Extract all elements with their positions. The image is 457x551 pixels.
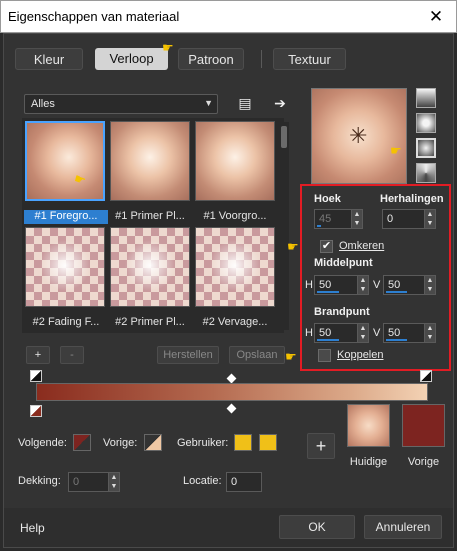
gradient-thumb-4[interactable] <box>25 227 105 307</box>
angle-label: Hoek <box>314 193 341 205</box>
user-color-swatch-1[interactable] <box>234 434 252 451</box>
pointer-hand-icon: ☛ <box>285 349 297 364</box>
sunburst-style-icon[interactable] <box>416 163 436 183</box>
swap-colors-button[interactable]: + <box>307 433 335 459</box>
tab-kleur[interactable]: Kleur <box>15 48 83 70</box>
prev-label: Vorige: <box>103 437 138 449</box>
gradient-preview[interactable]: ✳ <box>311 88 407 184</box>
invert-checkbox[interactable]: ✔ <box>320 240 333 253</box>
spin-arrows-icon[interactable]: ▲ ▼ <box>357 324 368 342</box>
spin-arrows-icon[interactable]: ▲ ▼ <box>424 276 435 294</box>
close-icon[interactable]: ✕ <box>425 6 447 28</box>
dropdown-arrow-icon: ▼ <box>204 98 213 108</box>
linear-style-icon[interactable] <box>416 88 436 108</box>
reset-button[interactable]: Herstellen <box>157 346 219 364</box>
scrollbar-thumb[interactable] <box>281 126 287 148</box>
center-v-label: V <box>373 279 381 291</box>
spin-arrows-icon[interactable]: ▲ ▼ <box>424 210 435 228</box>
repeats-spinbox[interactable]: 0 ▲ ▼ <box>382 209 436 229</box>
opacity-spinbox[interactable]: 0 ▲ ▼ <box>68 472 120 492</box>
gradient-thumb-2[interactable] <box>110 121 190 201</box>
repeats-label: Herhalingen <box>380 193 444 205</box>
gradient-thumb-3[interactable] <box>195 121 275 201</box>
ok-button[interactable]: OK <box>279 515 355 539</box>
gradient-thumb-1[interactable] <box>25 121 105 201</box>
opacity-label: Dekking: <box>18 475 61 487</box>
pointer-hand-icon: ☛ <box>162 40 174 55</box>
focal-h-label: H <box>305 327 313 339</box>
save-button[interactable]: Opslaan <box>229 346 285 364</box>
title-bar: Eigenschappen van materiaal ✕ <box>0 0 457 33</box>
focal-v-label: V <box>373 327 381 339</box>
tab-textuur[interactable]: Textuur <box>273 48 346 70</box>
pointer-hand-icon: ☛ <box>390 143 402 158</box>
center-marker-icon: ✳ <box>349 123 368 148</box>
gradient-label-3: #1 Voorgro... <box>203 210 267 222</box>
tab-verloop[interactable]: Verloop <box>95 48 168 70</box>
current-label: Huidige <box>349 456 388 468</box>
location-label: Locatie: <box>183 475 222 487</box>
next-label: Volgende: <box>18 437 67 449</box>
focal-h-spinbox[interactable]: 50 ▲ ▼ <box>314 323 369 343</box>
focal-label: Brandpunt <box>314 306 370 318</box>
next-color-button[interactable] <box>73 434 91 451</box>
focal-v-spinbox[interactable]: 50 ▲ ▼ <box>383 323 436 343</box>
user-label: Gebruiker: <box>177 437 229 449</box>
center-v-spinbox[interactable]: 50 ▲ ▼ <box>383 275 436 295</box>
gradient-label-4: #2 Fading F... <box>32 316 100 328</box>
current-swatch[interactable] <box>347 404 390 447</box>
center-h-label: H <box>305 279 313 291</box>
center-h-spinbox[interactable]: 50 ▲ ▼ <box>314 275 369 295</box>
user-color-swatch-2[interactable] <box>259 434 277 451</box>
cancel-button[interactable]: Annuleren <box>364 515 442 539</box>
gradient-label-1: #1 Foregro... <box>24 210 108 224</box>
tab-patroon[interactable]: Patroon <box>178 48 244 70</box>
gradient-thumb-5[interactable] <box>110 227 190 307</box>
rectangular-style-icon[interactable] <box>416 113 436 133</box>
gradient-thumb-6[interactable] <box>195 227 275 307</box>
gradient-label-2: #1 Primer Pl... <box>115 210 185 222</box>
add-gradient-button[interactable]: + <box>26 346 50 364</box>
gradient-label-6: #2 Vervage... <box>202 316 268 328</box>
gradient-label-5: #2 Primer Pl... <box>115 316 185 328</box>
remove-gradient-button[interactable]: - <box>60 346 84 364</box>
previous-color-button[interactable] <box>144 434 162 451</box>
top-left-opacity-stop[interactable] <box>30 370 42 382</box>
category-dropdown[interactable]: Alles ▼ <box>24 94 218 114</box>
invert-label: Omkeren <box>339 240 385 252</box>
previous-label: Vorige <box>407 456 440 468</box>
gallery-scrollbar[interactable] <box>279 122 289 330</box>
top-right-opacity-stop[interactable] <box>420 370 432 382</box>
tab-divider <box>261 50 262 68</box>
window-title: Eigenschappen van materiaal <box>8 9 180 24</box>
arrow-right-icon[interactable]: ➔ <box>270 94 290 112</box>
browse-icon[interactable]: ▤ <box>235 94 255 112</box>
left-color-stop[interactable] <box>30 405 42 417</box>
center-label: Middelpunt <box>314 257 373 269</box>
gradient-bar[interactable] <box>36 383 428 401</box>
link-checkbox[interactable] <box>318 349 331 362</box>
previous-swatch[interactable] <box>402 404 445 447</box>
location-input[interactable]: 0 <box>226 472 262 492</box>
spin-arrows-icon[interactable]: ▲ ▼ <box>351 210 362 228</box>
radial-style-icon[interactable] <box>416 138 436 158</box>
pointer-hand-icon: ☛ <box>287 239 299 254</box>
angle-spinbox[interactable]: 45 ▲ ▼ <box>314 209 363 229</box>
help-link[interactable]: Help <box>20 521 45 535</box>
spin-arrows-icon[interactable]: ▲ ▼ <box>108 473 119 491</box>
spin-arrows-icon[interactable]: ▲ ▼ <box>357 276 368 294</box>
category-value: Alles <box>31 98 55 110</box>
spin-arrows-icon[interactable]: ▲ ▼ <box>424 324 435 342</box>
link-label: Koppelen <box>337 349 384 361</box>
